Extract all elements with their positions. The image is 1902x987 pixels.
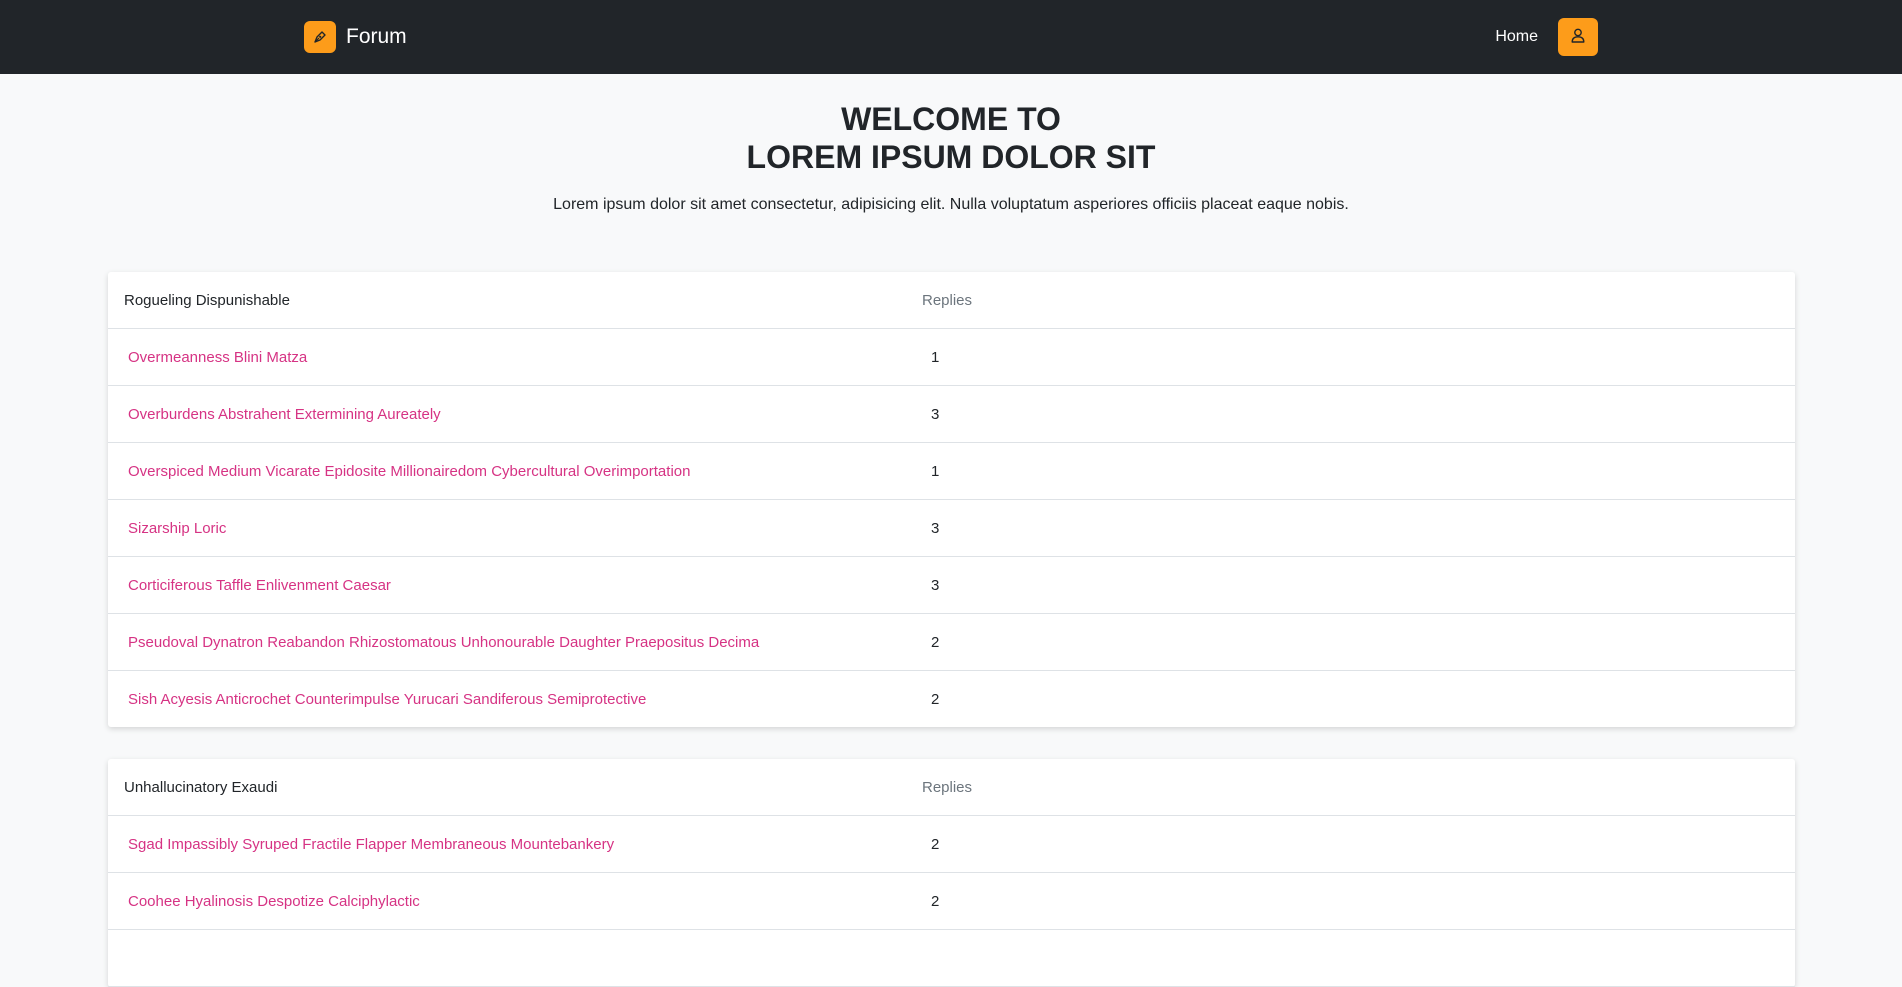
topic-link[interactable]: Sizarship Loric [108, 520, 922, 537]
brand-name: Forum [346, 25, 407, 48]
user-icon [1571, 28, 1585, 46]
topic-link[interactable]: Coohee Hyalinosis Despotize Calciphylact… [108, 893, 922, 910]
topic-row: Overburdens Abstrahent Extermining Aurea… [108, 386, 1795, 443]
reply-count: 2 [931, 892, 940, 910]
topic-link[interactable]: Overmeanness Blini Matza [108, 349, 922, 366]
welcome-lead-text: Lorem ipsum dolor sit amet consectetur, … [553, 196, 1349, 213]
topic-row [108, 930, 1795, 987]
reply-count: 3 [931, 576, 940, 594]
topic-row: Pseudoval Dynatron Reabandon Rhizostomat… [108, 614, 1795, 671]
topic-row: Corticiferous Taffle Enlivenment Caesar … [108, 557, 1795, 614]
reply-count: 2 [931, 835, 940, 853]
topic-row: Coohee Hyalinosis Despotize Calciphylact… [108, 873, 1795, 930]
topic-link[interactable]: Overburdens Abstrahent Extermining Aurea… [108, 406, 922, 423]
welcome-section: WELCOME TO LOREM IPSUM DOLOR SIT Lorem i… [0, 74, 1902, 214]
topic-link[interactable]: Pseudoval Dynatron Reabandon Rhizostomat… [108, 634, 922, 651]
reply-count: 3 [931, 519, 940, 537]
page-title-line-1: WELCOME TO [841, 101, 1061, 137]
board-title: Rogueling Dispunishable [124, 291, 290, 309]
reply-count: 1 [931, 348, 940, 366]
reply-count: 2 [931, 690, 940, 708]
reply-count: 1 [931, 462, 940, 480]
reply-count: 3 [931, 405, 940, 423]
topic-row: Sgad Impassibly Syruped Fractile Flapper… [108, 816, 1795, 873]
navbar-container: Forum Home [304, 0, 1598, 74]
topic-row: Sizarship Loric 3 [108, 500, 1795, 557]
topic-link[interactable]: Sish Acyesis Anticrochet Counterimpulse … [108, 691, 922, 708]
topic-link[interactable]: Corticiferous Taffle Enlivenment Caesar [108, 577, 922, 594]
navbar-right: Home [1495, 18, 1598, 56]
brand-link[interactable]: Forum [304, 21, 407, 53]
page-title: WELCOME TO LOREM IPSUM DOLOR SIT [0, 100, 1902, 176]
replies-column-header: Replies [922, 291, 973, 309]
page-title-line-2: LOREM IPSUM DOLOR SIT [746, 139, 1156, 175]
top-navbar: Forum Home [0, 0, 1902, 74]
topic-link[interactable]: Overspiced Medium Vicarate Epidosite Mil… [108, 463, 922, 480]
topic-link[interactable]: Sgad Impassibly Syruped Fractile Flapper… [108, 836, 922, 853]
topic-row: Overmeanness Blini Matza 1 [108, 329, 1795, 386]
user-account-button[interactable] [1558, 18, 1598, 56]
board-card: Rogueling Dispunishable Replies Overmean… [108, 272, 1795, 727]
board-card: Unhallucinatory Exaudi Replies Sgad Impa… [108, 759, 1795, 987]
board-header: Unhallucinatory Exaudi Replies [108, 759, 1795, 816]
topic-row: Overspiced Medium Vicarate Epidosite Mil… [108, 443, 1795, 500]
pen-nib-icon [304, 21, 336, 53]
replies-column-header: Replies [922, 778, 973, 796]
board-title: Unhallucinatory Exaudi [124, 778, 278, 796]
board-header: Rogueling Dispunishable Replies [108, 272, 1795, 329]
home-link[interactable]: Home [1495, 28, 1538, 46]
reply-count: 2 [931, 633, 940, 651]
topic-row: Sish Acyesis Anticrochet Counterimpulse … [108, 671, 1795, 727]
